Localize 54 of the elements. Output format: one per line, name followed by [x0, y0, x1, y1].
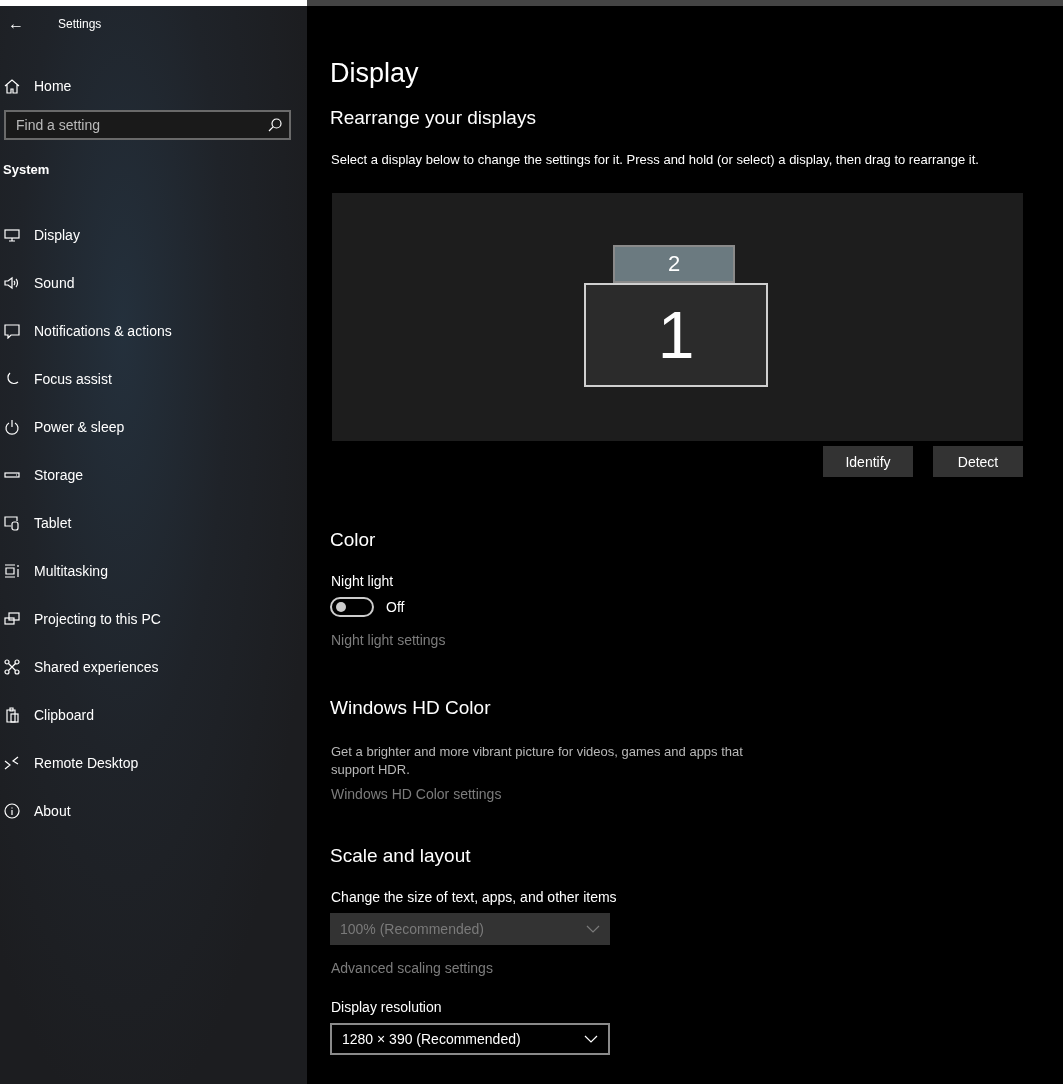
section-heading: Rearrange your displays [330, 107, 537, 129]
setting-label: Change the size of text, apps, and other items [331, 889, 618, 905]
section-heading: Scale and layout [330, 845, 472, 867]
sidebar-item[interactable]: Storage [34, 467, 84, 483]
action-button[interactable]: Identify [823, 446, 913, 477]
monitor-icon [4, 227, 20, 243]
sidebar-item[interactable]: Sound [34, 275, 75, 291]
sidebar-item[interactable]: About [34, 803, 71, 819]
sidebar-item[interactable]: Clipboard [34, 707, 94, 723]
search-icon [268, 118, 282, 132]
sidebar-item[interactable]: Notifications & actions [34, 323, 172, 339]
search-field[interactable]: Find a setting [4, 110, 291, 140]
power-icon [4, 419, 20, 435]
sidebar-item[interactable]: Projecting to this PC [34, 611, 161, 627]
speaker-icon [4, 275, 20, 291]
nodes-icon [4, 659, 20, 675]
toggle-state-text: Off [386, 599, 405, 615]
home-link[interactable]: Home [34, 78, 72, 94]
section-heading: System [2, 161, 51, 179]
settings-link[interactable]: Advanced scaling settings [331, 960, 493, 976]
resolution-dropdown[interactable]: 1280 × 390 (Recommended) [330, 1023, 610, 1055]
display-tile[interactable]: 2 [613, 245, 735, 283]
multitasking-icon [4, 563, 20, 579]
clipboard-icon [4, 707, 20, 723]
setting-label: Display resolution [331, 999, 443, 1015]
display-tile[interactable]: 1 [584, 283, 768, 387]
back-button[interactable]: ← [4, 15, 28, 33]
chevron-icon [586, 925, 600, 933]
settings-link[interactable]: Night light settings [331, 632, 446, 648]
sidebar-item[interactable]: Multitasking [34, 563, 108, 579]
page-title: Display [330, 58, 420, 89]
sidebar-item[interactable]: Display [34, 227, 80, 243]
sidebar-item[interactable]: Remote Desktop [34, 755, 139, 771]
setting-label: Night light [331, 573, 395, 589]
night-light-toggle[interactable] [330, 597, 374, 617]
window-title: Settings [58, 17, 102, 31]
sidebar-item[interactable]: Tablet [34, 515, 72, 531]
message-icon [4, 323, 20, 339]
moon-icon [4, 371, 20, 387]
description-text: Select a display below to change the settings for it. Press and hold (or select) a display, then drag to rearrange it. [331, 151, 980, 169]
description-text: Get a brighter and more vibrant picture for videos, games and apps that support HDR. [331, 743, 744, 779]
section-heading: Color [330, 529, 377, 551]
chevron-icon [584, 1035, 598, 1043]
tablet-icon [4, 515, 20, 531]
section-heading: Windows HD Color [330, 697, 492, 719]
sidebar-item[interactable]: Focus assist [34, 371, 112, 387]
home-icon [4, 78, 20, 94]
remote-icon [4, 755, 20, 771]
sidebar-item[interactable]: Shared experiences [34, 659, 159, 675]
action-button[interactable]: Detect [933, 446, 1023, 477]
info-icon [4, 803, 20, 819]
settings-link[interactable]: Windows HD Color settings [331, 786, 502, 802]
projector-icon [4, 611, 20, 627]
sidebar-item[interactable]: Power & sleep [34, 419, 125, 435]
